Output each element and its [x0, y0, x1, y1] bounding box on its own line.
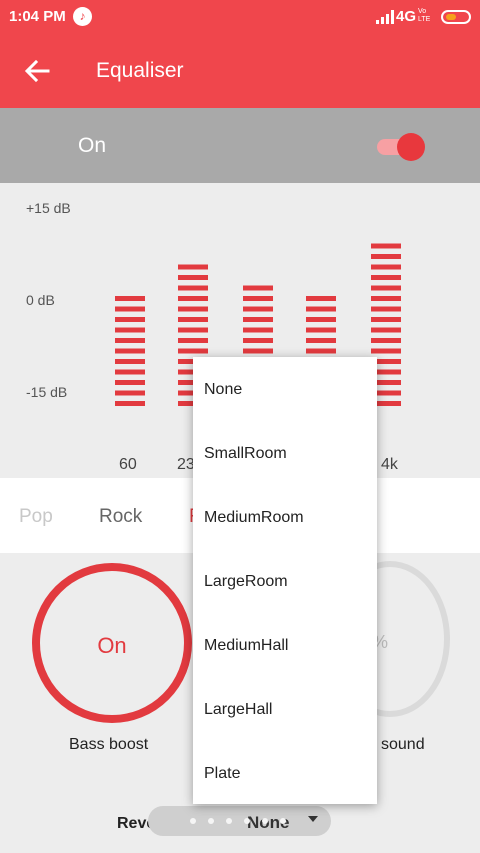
bass-boost-label: Bass boost	[69, 736, 149, 753]
page-dot	[190, 818, 196, 824]
volte-label: Vo LTE	[418, 8, 431, 23]
eq-bar-segment	[115, 317, 145, 322]
eq-bar-segment	[306, 327, 336, 333]
eq-bar-segment	[115, 359, 145, 364]
eq-bar-segment	[371, 317, 401, 322]
page-dot	[244, 818, 250, 824]
eq-bar-segment	[115, 306, 145, 312]
page-indicator	[190, 818, 286, 824]
eq-bar-segment	[371, 348, 401, 354]
reverb-option-none[interactable]: None	[193, 358, 377, 422]
switch-knob[interactable]	[397, 133, 425, 161]
eq-bar-segment	[178, 317, 208, 322]
reverb-option-mediumroom[interactable]: MediumRoom	[193, 486, 377, 550]
eq-bar-segment	[371, 306, 401, 312]
arrow-left-icon[interactable]	[22, 56, 52, 86]
preset-rock[interactable]: Rock	[99, 506, 142, 528]
reverb-option-plate[interactable]: Plate	[193, 742, 377, 806]
eq-bar-segment	[115, 296, 145, 301]
eq-bar-segment	[306, 348, 336, 354]
eq-bar-segment	[115, 401, 145, 406]
eq-bar-segment	[306, 317, 336, 322]
eq-bar-segment	[371, 243, 401, 249]
eq-bar-segment	[371, 327, 401, 333]
status-time: 1:04 PM	[9, 8, 66, 25]
reverb-dropdown-menu: None SmallRoom MediumRoom LargeRoom Medi…	[193, 357, 377, 804]
battery-icon	[441, 10, 471, 24]
bass-boost-dial[interactable]: On	[32, 563, 192, 723]
eq-bar-segment	[371, 264, 401, 270]
freq-label-60: 60	[119, 456, 137, 473]
page-dot	[208, 818, 214, 824]
eq-bar-segment	[115, 348, 145, 354]
eq-bar-segment	[371, 338, 401, 343]
chevron-down-icon	[308, 816, 318, 822]
preset-pop[interactable]: Pop	[19, 506, 53, 528]
eq-bar-segment	[115, 380, 145, 385]
eq-bar-segment	[371, 285, 401, 291]
page-dot	[226, 818, 232, 824]
eq-bar-segment	[306, 338, 336, 343]
eq-bar-segment	[115, 327, 145, 333]
eq-bar-segment	[115, 338, 145, 343]
eq-bar-segment	[243, 306, 273, 312]
eq-bar-segment	[178, 285, 208, 291]
eq-bar-segment	[115, 390, 145, 396]
eq-bar-segment	[243, 285, 273, 291]
eq-bar-segment	[178, 306, 208, 312]
status-bar: 1:04 PM ♪ 4G Vo LTE	[0, 0, 480, 34]
page-dot	[280, 818, 286, 824]
toggle-label: On	[78, 134, 107, 157]
page-title: Equaliser	[96, 59, 184, 82]
eq-bar-segment	[371, 296, 401, 301]
reverb-option-mediumhall[interactable]: MediumHall	[193, 614, 377, 678]
page-dot	[262, 818, 268, 824]
eq-bar-segment	[243, 296, 273, 301]
eq-bar-segment	[178, 348, 208, 354]
app-bar: Equaliser	[0, 34, 480, 108]
eq-bar-segment	[243, 327, 273, 333]
eq-bar-segment	[371, 275, 401, 280]
eq-bar-segment	[178, 264, 208, 270]
reverb-option-smallroom[interactable]: SmallRoom	[193, 422, 377, 486]
bass-boost-value: On	[97, 633, 127, 658]
eq-bar-segment	[306, 296, 336, 301]
signal-icon	[376, 10, 394, 24]
network-label: 4G	[396, 8, 417, 25]
eq-bar-segment	[243, 348, 273, 354]
eq-bar-segment	[178, 338, 208, 343]
eq-bar-segment	[243, 338, 273, 343]
eq-bar-segment	[178, 275, 208, 280]
eq-bar-segment	[178, 327, 208, 333]
eq-bar-segment	[371, 254, 401, 259]
eq-bar-segment	[115, 369, 145, 375]
reverb-option-largehall[interactable]: LargeHall	[193, 678, 377, 742]
reverb-option-largeroom[interactable]: LargeRoom	[193, 550, 377, 614]
eq-bar-segment	[178, 296, 208, 301]
eq-bar-segment	[306, 306, 336, 312]
eq-bar-segment	[243, 317, 273, 322]
freq-label-4k: 4k	[381, 456, 398, 473]
virtualizer-label: sound	[381, 736, 425, 753]
music-icon: ♪	[73, 7, 92, 26]
eq-band-bar[interactable]	[115, 296, 145, 406]
